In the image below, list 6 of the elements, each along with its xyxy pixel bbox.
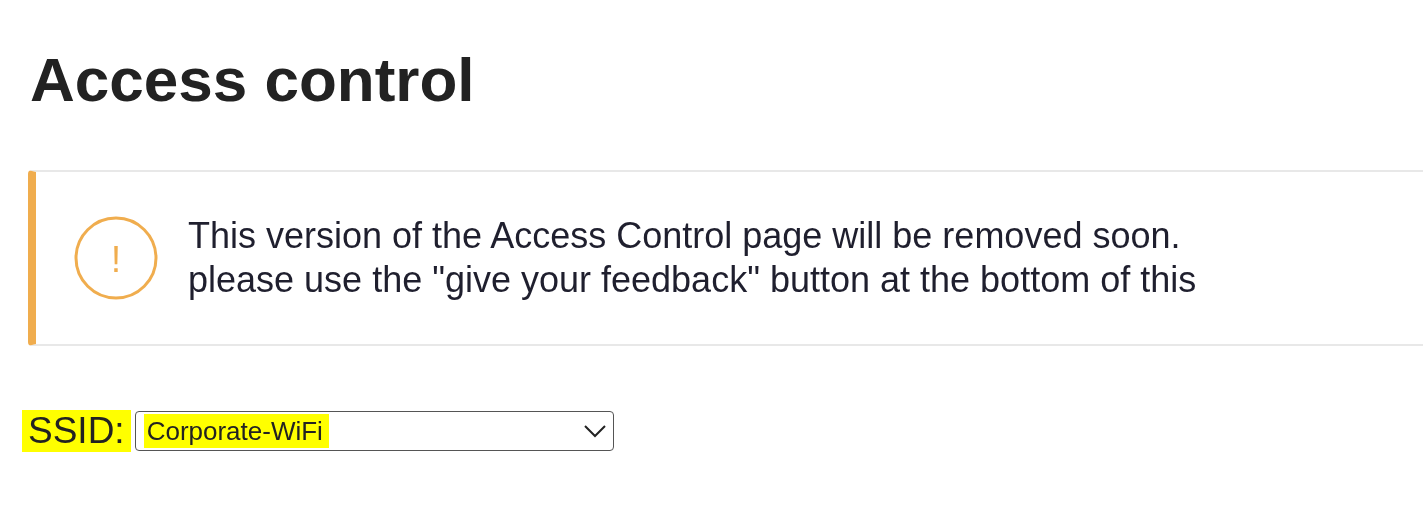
caret-icon (582, 424, 607, 438)
page-title: Access control (30, 44, 475, 116)
ssid-select[interactable]: Corporate-WiFi (134, 411, 614, 451)
ssid-label: SSID: (22, 410, 131, 452)
warning-message: This version of the Access Control page will be removed soon. please use the "give your feedback" button at the bottom of this (188, 214, 1197, 302)
exclamation-icon: ! (74, 216, 158, 300)
